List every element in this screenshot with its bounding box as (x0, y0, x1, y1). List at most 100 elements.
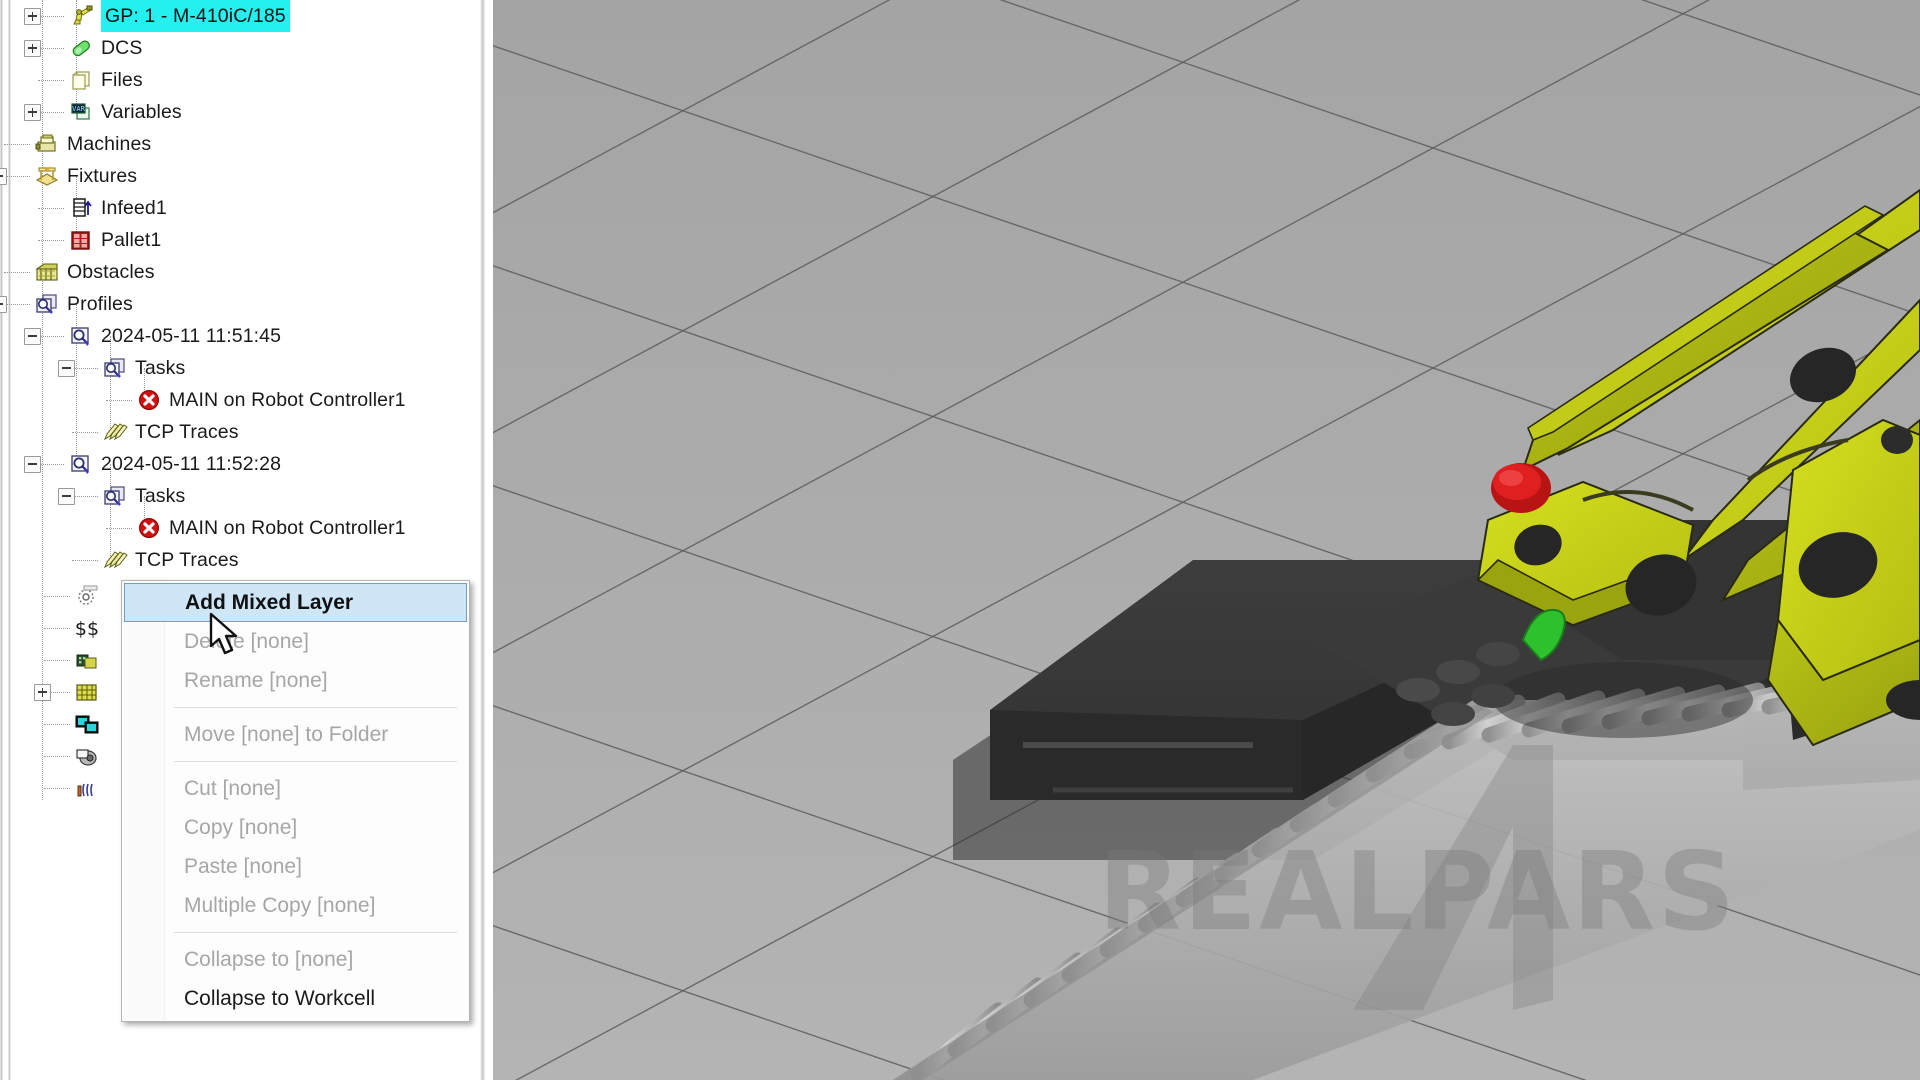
tree-connector (38, 240, 64, 242)
context-menu-item-paste-none: Paste [none] (184, 855, 302, 878)
tree-item-label: Files (101, 69, 143, 91)
panel-splitter[interactable] (480, 0, 485, 1080)
robot-icon (68, 4, 94, 28)
error-icon (136, 388, 162, 412)
tree-item-h6[interactable] (74, 740, 100, 772)
error-icon (136, 516, 162, 540)
context-menu[interactable]: Add Mixed Layer Delete [none] Rename [none… (121, 580, 470, 1022)
tree-expander-tasks1-minus-icon[interactable] (58, 360, 75, 377)
context-menu-item-delete-none: Delete [none] (184, 630, 309, 653)
tree-connector (38, 48, 64, 50)
tree-item-tasks1[interactable]: Tasks (102, 352, 185, 384)
tree-connector (38, 112, 64, 114)
context-menu-item-collapse-to-none: Collapse to [none] (184, 948, 354, 971)
tree-expander-variables-plus-icon[interactable] (24, 104, 41, 121)
target-icon (74, 584, 100, 608)
tree-item-label: MAIN on Robot Controller1 (169, 389, 406, 411)
tree-item-h5[interactable] (74, 708, 100, 740)
tree-connector (38, 16, 64, 18)
tree-expander-prof2-minus-icon[interactable] (24, 456, 41, 473)
tree-item-pallet1[interactable]: Pallet1 (68, 224, 161, 256)
obstacles-icon (34, 260, 60, 284)
context-menu-item-multiple-copy-none: Multiple Copy [none] (184, 894, 376, 917)
tree-item-tcp2[interactable]: TCP Traces (102, 544, 239, 576)
tree-connector (44, 628, 70, 630)
tree-connector (72, 432, 98, 434)
capsule-icon (68, 36, 94, 60)
tree-item-prof2[interactable]: 2024-05-11 11:52:28 (68, 448, 281, 480)
dollar-icon: $$ (74, 616, 100, 640)
tree-item-label: Tasks (135, 485, 186, 507)
tree-item-main2[interactable]: MAIN on Robot Controller1 (136, 512, 406, 544)
tree-connector-trunk (42, 0, 44, 800)
tree-connector (4, 272, 30, 274)
tree-item-label: DCS (101, 37, 143, 59)
tree-item-gp1[interactable]: GP: 1 - M-410iC/185 (68, 0, 290, 32)
machines-icon (34, 132, 60, 156)
tree-item-machines[interactable]: Machines (34, 128, 151, 160)
tree-item-h2[interactable]: $$ (74, 612, 100, 644)
tree-item-main1[interactable]: MAIN on Robot Controller1 (136, 384, 406, 416)
svg-text:VAR: VAR (72, 105, 85, 113)
tree-item-label: Variables (101, 101, 182, 123)
3d-viewport[interactable]: REALPARS (493, 0, 1920, 1080)
tree-item-obstacles[interactable]: Obstacles (34, 256, 155, 288)
tree-connector (38, 80, 64, 82)
tree-item-label: TCP Traces (135, 549, 239, 571)
tree-item-files[interactable]: Files (68, 64, 143, 96)
tree-connector (4, 304, 30, 306)
tree-connector (38, 208, 64, 210)
magnify-icon (68, 324, 94, 348)
svg-text:$$: $$ (75, 618, 99, 640)
watermark-text: REALPARS (1098, 830, 1738, 955)
context-menu-item-collapse-to-workcell[interactable]: Collapse to Workcell (122, 979, 469, 1018)
pencils-icon (102, 420, 128, 444)
tree-item-label: GP: 1 - M-410iC/185 (101, 0, 290, 32)
tree-item-label: 2024-05-11 11:51:45 (101, 325, 282, 347)
tree-item-label: Infeed1 (101, 197, 167, 219)
pallet-icon (68, 228, 94, 252)
tree-connector (72, 560, 98, 562)
tree-expander-fixtures-minus-icon[interactable] (0, 168, 7, 185)
magnify-icon (68, 452, 94, 476)
tree-expander-h4-plus-icon[interactable] (34, 684, 51, 701)
tree-connector (106, 400, 132, 402)
context-menu-separator (174, 932, 457, 933)
tree-connector (44, 660, 70, 662)
files-icon (68, 68, 94, 92)
panel-border-inner (8, 0, 11, 1080)
tree-expander-dcs-plus-icon[interactable] (24, 40, 41, 57)
tree-item-tasks2[interactable]: Tasks (102, 480, 185, 512)
tree-item-label: MAIN on Robot Controller1 (169, 517, 406, 539)
tree-item-label: TCP Traces (135, 421, 239, 443)
tree-item-h4[interactable] (74, 676, 100, 708)
tree-item-label: Pallet1 (101, 229, 162, 251)
context-menu-separator (174, 707, 457, 708)
tree-item-label: 2024-05-11 11:52:28 (101, 453, 282, 475)
variables-icon: VAR (68, 100, 94, 124)
tree-item-infeed1[interactable]: Infeed1 (68, 192, 167, 224)
tree-item-h7[interactable] (74, 772, 100, 804)
tree-item-prof1[interactable]: 2024-05-11 11:51:45 (68, 320, 281, 352)
tree-item-fixtures[interactable]: Fixtures (34, 160, 137, 192)
context-menu-item-move-none-to-folder: Move [none] to Folder (184, 723, 389, 746)
tree-expander-profiles-minus-icon[interactable] (0, 296, 7, 313)
tree-connector (4, 176, 30, 178)
tree-expander-prof1-minus-icon[interactable] (24, 328, 41, 345)
profile-icon (34, 292, 60, 316)
tree-item-h3[interactable] (74, 644, 100, 676)
tree-item-profiles[interactable]: Profiles (34, 288, 133, 320)
context-menu-item-add-mixed-layer[interactable]: Add Mixed Layer (124, 583, 467, 622)
tree-item-h1[interactable] (74, 580, 100, 612)
tree-connector (72, 368, 98, 370)
tree-item-dcs[interactable]: DCS (68, 32, 142, 64)
tree-connector (72, 496, 98, 498)
tree-expander-tasks2-minus-icon[interactable] (58, 488, 75, 505)
tree-item-variables[interactable]: VAR Variables (68, 96, 182, 128)
tree-connector (38, 464, 64, 466)
tree-expander-gp1-plus-icon[interactable] (24, 8, 41, 25)
grid-icon (74, 680, 100, 704)
context-menu-item-cut-none: Cut [none] (184, 777, 281, 800)
tree-connector (44, 724, 70, 726)
tree-item-tcp1[interactable]: TCP Traces (102, 416, 239, 448)
